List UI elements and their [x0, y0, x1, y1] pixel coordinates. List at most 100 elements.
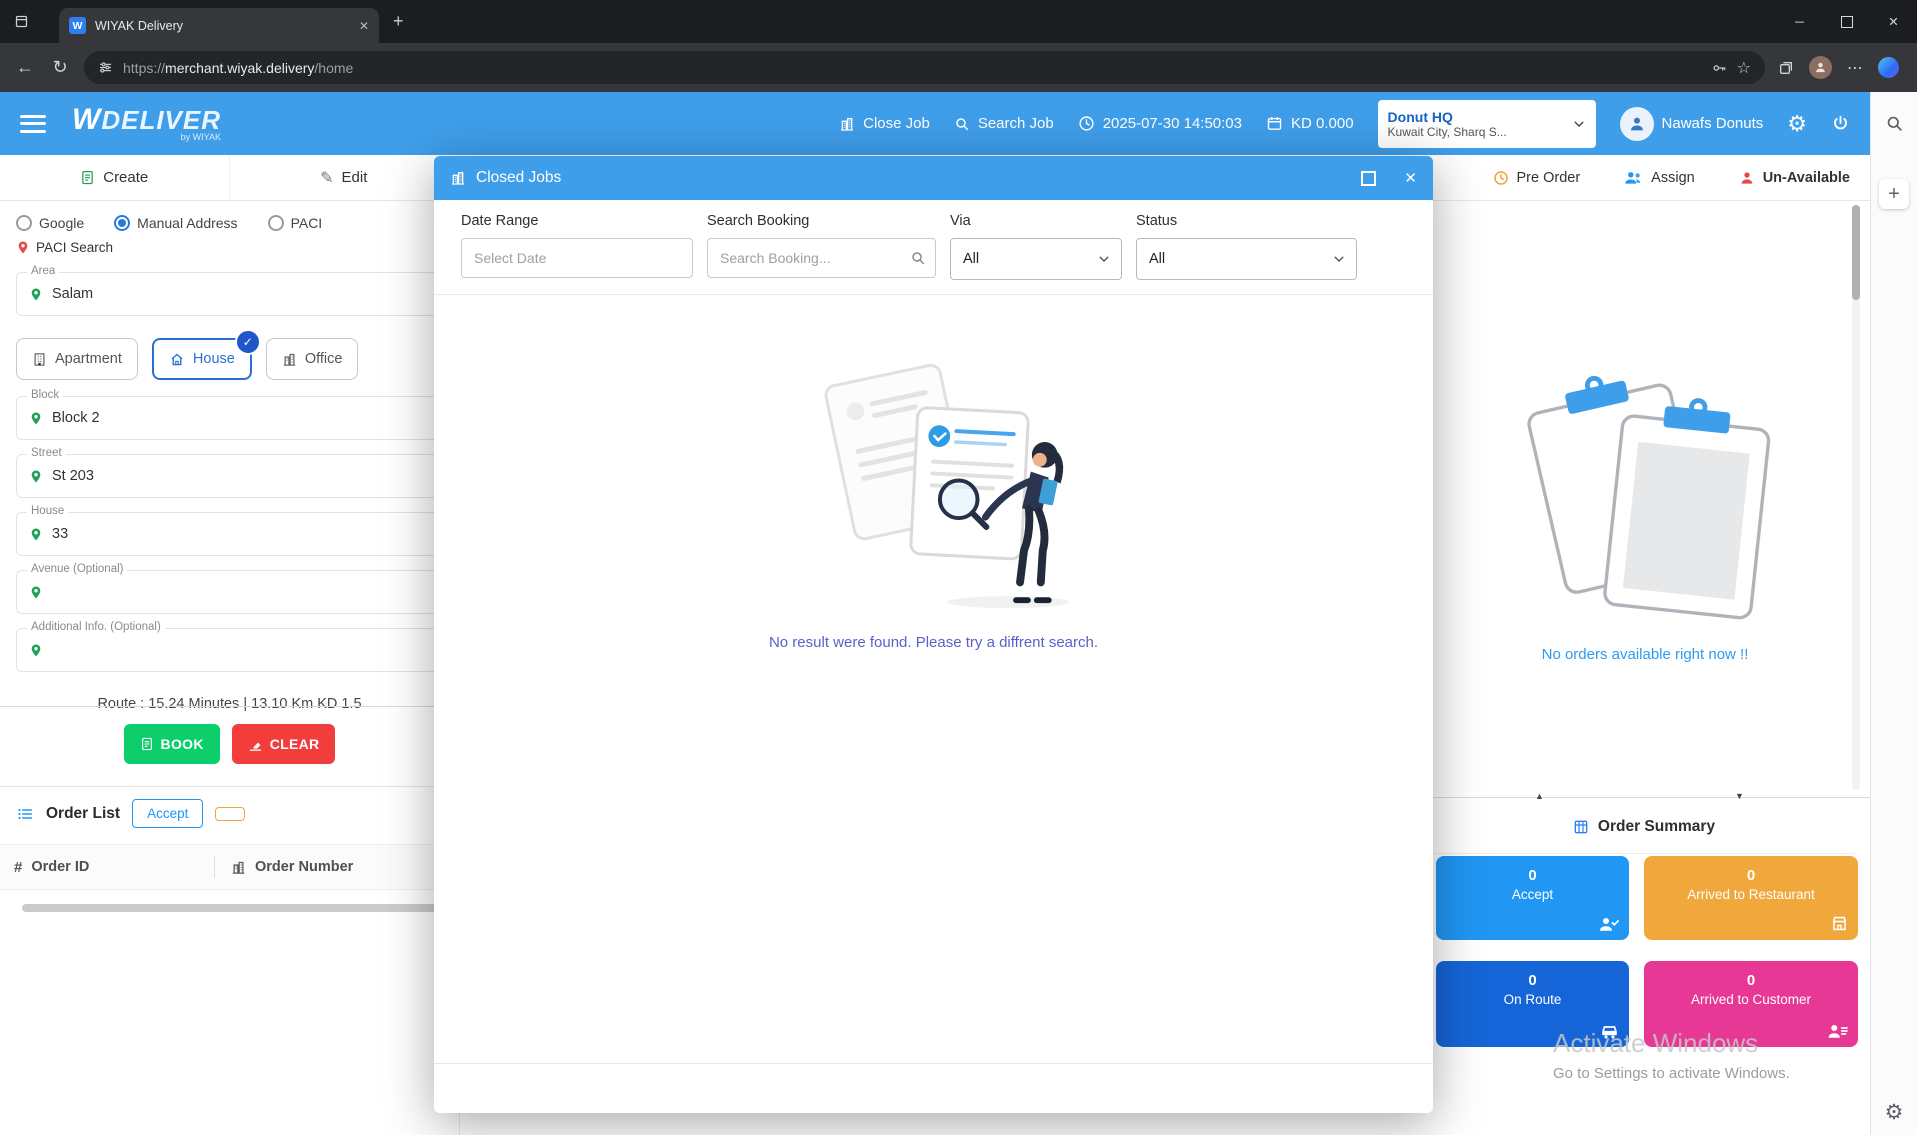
building-type-house[interactable]: House ✓ — [152, 338, 252, 380]
location-pin-icon — [29, 642, 43, 659]
column-order-number: Order Number — [231, 859, 353, 875]
menu-hamburger-icon[interactable] — [20, 115, 46, 133]
street-field[interactable]: Street St 203 — [16, 454, 443, 498]
search-booking-input[interactable] — [707, 238, 936, 278]
building-type-office[interactable]: Office — [266, 338, 359, 380]
tab-un-available[interactable]: Un-Available — [1739, 170, 1850, 186]
search-icon[interactable] — [910, 250, 926, 266]
order-table-header: # Order ID Order Number — [0, 844, 459, 890]
via-value: All — [963, 251, 979, 267]
additional-info-field[interactable]: Additional Info. (Optional) — [16, 628, 443, 672]
field-label: Avenue (Optional) — [27, 563, 127, 575]
settings-gear-icon[interactable]: ⚙ — [1787, 113, 1807, 135]
summary-card-arrived-customer[interactable]: 0 Arrived to Customer — [1644, 961, 1858, 1047]
booking-actions: BOOK CLEAR — [16, 724, 443, 764]
user-name: Nawafs Donuts — [1662, 115, 1764, 132]
copilot-icon[interactable] — [1878, 57, 1899, 78]
card-label: Arrived to Restaurant — [1681, 887, 1821, 902]
collapse-down-icon[interactable]: ▼ — [1735, 792, 1744, 801]
power-icon[interactable] — [1831, 114, 1850, 133]
tab-pre-order[interactable]: Pre Order — [1493, 170, 1581, 186]
via-select[interactable]: All — [950, 238, 1122, 280]
tab-title: WIYAK Delivery — [95, 19, 350, 33]
refresh-icon[interactable]: ↻ — [49, 57, 71, 78]
no-orders-text: No orders available right now !! — [1480, 646, 1810, 663]
horizontal-scrollbar[interactable] — [22, 904, 450, 912]
tab-edit-label: Edit — [342, 169, 368, 186]
mode-paci-radio[interactable]: PACI — [268, 215, 323, 231]
block-field[interactable]: Block Block 2 — [16, 396, 443, 440]
minimize-button[interactable]: ─ — [1776, 0, 1823, 43]
card-count: 0 — [1747, 867, 1755, 884]
building-icon — [450, 170, 466, 186]
browser-profile-avatar[interactable] — [1809, 56, 1832, 79]
modal-maximize-icon[interactable] — [1361, 171, 1376, 186]
field-value: St 203 — [52, 468, 94, 484]
card-count: 0 — [1528, 867, 1536, 884]
sidebar-settings-icon[interactable]: ⚙ — [1885, 1102, 1904, 1123]
modal-close-icon[interactable]: ✕ — [1404, 169, 1417, 187]
column-order-id-label: Order ID — [31, 859, 89, 875]
browser-menu-icon[interactable]: ⋯ — [1847, 58, 1863, 78]
password-key-icon[interactable] — [1711, 60, 1727, 76]
browser-tab[interactable]: W WIYAK Delivery ✕ — [59, 8, 379, 43]
collapse-up-icon[interactable]: ▲ — [1535, 792, 1544, 801]
vertical-scrollbar[interactable] — [1852, 205, 1860, 790]
site-info-icon[interactable] — [98, 60, 113, 75]
book-button[interactable]: BOOK — [124, 724, 220, 764]
browser-sidebar-strip: + ⚙ — [1870, 92, 1917, 1135]
mode-manual-radio[interactable]: Manual Address — [114, 215, 237, 231]
tab-create[interactable]: Create — [0, 155, 230, 200]
area-field[interactable]: Area Salam — [16, 272, 443, 316]
avenue-field[interactable]: Avenue (Optional) — [16, 570, 443, 614]
new-tab-button[interactable]: + — [393, 11, 404, 32]
clear-button[interactable]: CLEAR — [232, 724, 336, 764]
filter-arrived-restaurant-button[interactable] — [215, 807, 245, 821]
maximize-button[interactable] — [1823, 0, 1870, 43]
filter-accept-button[interactable]: Accept — [132, 799, 203, 828]
tab-assign-label: Assign — [1651, 170, 1695, 186]
balance-value: KD 0.000 — [1291, 115, 1354, 132]
tab-edit[interactable]: ✎ Edit — [230, 155, 460, 200]
collections-icon[interactable] — [1778, 60, 1794, 76]
tab-create-label: Create — [103, 169, 148, 186]
building-type-apartment[interactable]: Apartment — [16, 338, 138, 380]
search-job-button[interactable]: Search Job — [954, 115, 1054, 132]
modal-header[interactable]: Closed Jobs ✕ — [434, 156, 1433, 200]
tab-assign[interactable]: Assign — [1624, 169, 1695, 186]
balance: KD 0.000 — [1266, 115, 1354, 132]
branch-selector[interactable]: Donut HQ Kuwait City, Sharq S... — [1378, 100, 1596, 148]
paci-search-link[interactable]: PACI Search — [16, 239, 443, 256]
sidebar-search-icon[interactable] — [1885, 114, 1904, 133]
summary-card-on-route[interactable]: 0 On Route — [1436, 961, 1629, 1047]
mode-google-radio[interactable]: Google — [16, 215, 84, 231]
tab-un-available-label: Un-Available — [1763, 170, 1850, 186]
column-order-id: # Order ID — [14, 859, 214, 876]
clock-icon — [1078, 115, 1095, 132]
booking-form: Google Manual Address PACI PACI Search A… — [0, 201, 459, 912]
summary-card-accept[interactable]: 0 Accept — [1436, 856, 1629, 940]
card-count: 0 — [1528, 972, 1536, 989]
book-label: BOOK — [161, 736, 204, 752]
field-label: House — [27, 505, 68, 517]
close-window-button[interactable]: ✕ — [1870, 0, 1917, 43]
building-type-label: Office — [305, 351, 343, 367]
favorite-star-icon[interactable]: ☆ — [1737, 58, 1751, 78]
logo-w: W — [72, 103, 101, 136]
date-range-input[interactable] — [461, 238, 693, 278]
close-job-button[interactable]: Close Job — [839, 115, 930, 132]
status-select[interactable]: All — [1136, 238, 1357, 280]
scrollbar-thumb[interactable] — [1852, 205, 1860, 300]
no-orders-empty-state: No orders available right now !! — [1480, 350, 1810, 663]
sidebar-add-icon[interactable]: + — [1879, 179, 1909, 209]
addressbar-actions: ⋯ — [1778, 56, 1903, 79]
house-field[interactable]: House 33 — [16, 512, 443, 556]
order-list-header: Order List Accept — [16, 787, 443, 840]
tab-close-icon[interactable]: ✕ — [359, 19, 369, 33]
branch-name: Donut HQ — [1388, 109, 1566, 125]
window-controls: ─ ✕ — [1776, 0, 1917, 43]
back-icon[interactable]: ← — [14, 57, 36, 78]
summary-card-arrived-restaurant[interactable]: 0 Arrived to Restaurant — [1644, 856, 1858, 940]
url-bar[interactable]: https://merchant.wiyak.delivery/home ☆ — [84, 51, 1765, 84]
user-menu[interactable]: Nawafs Donuts — [1620, 107, 1764, 141]
